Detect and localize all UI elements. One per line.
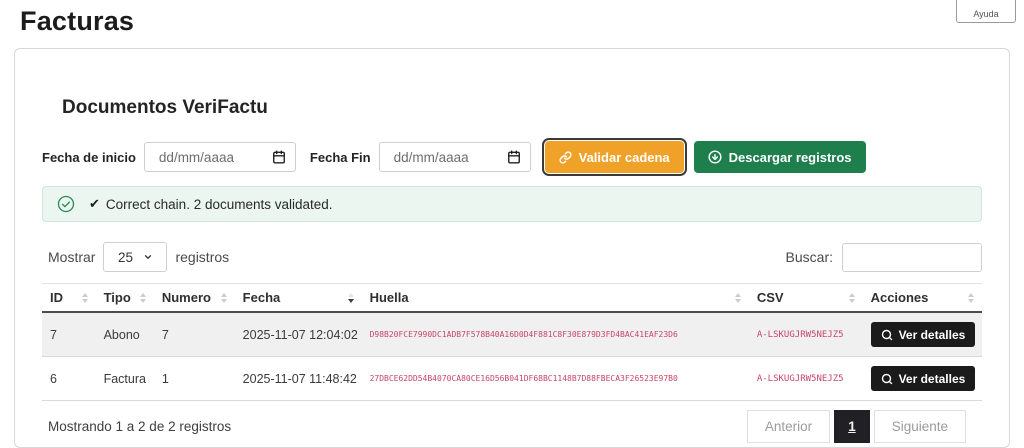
check-mark: ✔ bbox=[89, 196, 100, 212]
cell-numero: 1 bbox=[154, 357, 235, 401]
facturas-page: Facturas Ayuda Documentos VeriFactu Fech… bbox=[0, 6, 1024, 411]
cell-id: 7 bbox=[42, 312, 96, 357]
col-header-csv[interactable]: CSV bbox=[749, 284, 863, 313]
panel-title: Documentos VeriFactu bbox=[62, 97, 982, 119]
sort-icon bbox=[968, 293, 974, 303]
verifactu-panel: Documentos VeriFactu Fecha de inicio dd/… bbox=[14, 48, 1010, 448]
col-label: Huella bbox=[370, 290, 409, 305]
cell-csv: A-LSKUGJRW5NEJZ5 bbox=[749, 312, 863, 357]
filter-row: Fecha de inicio dd/mm/aaaa Fecha Fin dd/… bbox=[42, 141, 982, 173]
sort-icon bbox=[82, 293, 88, 303]
start-date-label: Fecha de inicio bbox=[42, 150, 136, 165]
pagination-previous-button[interactable]: Anterior bbox=[747, 410, 830, 443]
sort-desc-icon bbox=[348, 293, 354, 303]
search-label: Buscar: bbox=[786, 249, 833, 265]
table-header-row: ID Tipo Numero Fecha Huella CSV Acciones bbox=[42, 284, 982, 313]
table-controls: Mostrar 25 registros Buscar: bbox=[42, 242, 982, 272]
col-header-huella[interactable]: Huella bbox=[362, 284, 749, 313]
check-circle-icon bbox=[57, 195, 75, 213]
col-label: CSV bbox=[757, 290, 784, 305]
col-label: ID bbox=[50, 290, 63, 305]
sort-icon bbox=[735, 293, 741, 303]
pagination-page-1-button[interactable]: 1 bbox=[834, 410, 870, 443]
records-info: Mostrando 1 a 2 de 2 registros bbox=[48, 419, 231, 434]
search-icon bbox=[881, 373, 893, 385]
sort-icon bbox=[849, 293, 855, 303]
table-footer: Mostrando 1 a 2 de 2 registros Anterior … bbox=[42, 410, 982, 443]
alert-text: Correct chain. 2 documents validated. bbox=[106, 197, 333, 212]
col-label: Acciones bbox=[871, 290, 929, 305]
pagination: Anterior 1 Siguiente bbox=[747, 410, 966, 443]
end-date-placeholder: dd/mm/aaaa bbox=[394, 150, 469, 165]
help-button-label: Ayuda bbox=[973, 9, 998, 19]
end-date-input[interactable]: dd/mm/aaaa bbox=[379, 142, 531, 172]
sort-icon bbox=[140, 293, 146, 303]
col-header-tipo[interactable]: Tipo bbox=[96, 284, 154, 313]
col-header-acciones[interactable]: Acciones bbox=[863, 284, 982, 313]
col-label: Fecha bbox=[243, 290, 281, 305]
col-header-id[interactable]: ID bbox=[42, 284, 96, 313]
start-date-input[interactable]: dd/mm/aaaa bbox=[144, 142, 296, 172]
help-button[interactable]: Ayuda bbox=[956, 0, 1016, 23]
cell-id: 6 bbox=[42, 357, 96, 401]
cell-huella: D98B20FCE7990DC1ADB7F578B40A16D0D4F881C8… bbox=[362, 312, 749, 357]
length-prefix-label: Mostrar bbox=[48, 249, 95, 265]
success-alert: ✔ Correct chain. 2 documents validated. bbox=[42, 186, 982, 222]
cell-tipo: Factura bbox=[96, 357, 154, 401]
validate-chain-label: Validar cadena bbox=[579, 150, 670, 165]
page-length-control: Mostrar 25 registros bbox=[48, 242, 229, 272]
table-row: 7 Abono 7 2025-11-07 12:04:02 D98B20FCE7… bbox=[42, 312, 982, 357]
table-row: 6 Factura 1 2025-11-07 11:48:42 27DBCE62… bbox=[42, 357, 982, 401]
col-label: Numero bbox=[162, 290, 211, 305]
col-header-numero[interactable]: Numero bbox=[154, 284, 235, 313]
page-length-select[interactable]: 25 bbox=[103, 242, 167, 272]
col-header-fecha[interactable]: Fecha bbox=[235, 284, 362, 313]
col-label: Tipo bbox=[104, 290, 131, 305]
download-records-button[interactable]: Descargar registros bbox=[694, 141, 866, 173]
cell-huella: 27DBCE62DD54B4070CA80CE16D56B041DF68BC11… bbox=[362, 357, 749, 401]
page-title: Facturas bbox=[20, 6, 1024, 37]
download-icon bbox=[708, 150, 722, 164]
cell-numero: 7 bbox=[154, 312, 235, 357]
end-date-label: Fecha Fin bbox=[310, 150, 371, 165]
search-control: Buscar: bbox=[786, 243, 982, 272]
download-records-label: Descargar registros bbox=[729, 150, 852, 165]
validate-chain-button[interactable]: Validar cadena bbox=[545, 141, 684, 173]
cell-fecha: 2025-11-07 11:48:42 bbox=[235, 357, 362, 401]
chevron-down-icon bbox=[143, 252, 153, 262]
length-suffix-label: registros bbox=[175, 249, 229, 265]
cell-tipo: Abono bbox=[96, 312, 154, 357]
view-details-label: Ver detalles bbox=[899, 372, 966, 386]
length-selected-value: 25 bbox=[118, 250, 133, 265]
view-details-button[interactable]: Ver detalles bbox=[871, 322, 976, 347]
view-details-label: Ver detalles bbox=[899, 328, 966, 342]
pagination-next-button[interactable]: Siguiente bbox=[874, 410, 966, 443]
calendar-icon[interactable] bbox=[272, 150, 286, 164]
search-input[interactable] bbox=[842, 243, 982, 272]
view-details-button[interactable]: Ver detalles bbox=[871, 366, 976, 391]
sort-icon bbox=[221, 293, 227, 303]
calendar-icon[interactable] bbox=[507, 150, 521, 164]
cell-fecha: 2025-11-07 12:04:02 bbox=[235, 312, 362, 357]
search-icon bbox=[881, 329, 893, 341]
link-icon bbox=[559, 151, 572, 164]
documents-table: ID Tipo Numero Fecha Huella CSV Acciones… bbox=[42, 283, 982, 401]
cell-csv: A-LSKUGJRW5NEJZ5 bbox=[749, 357, 863, 401]
start-date-placeholder: dd/mm/aaaa bbox=[159, 150, 234, 165]
